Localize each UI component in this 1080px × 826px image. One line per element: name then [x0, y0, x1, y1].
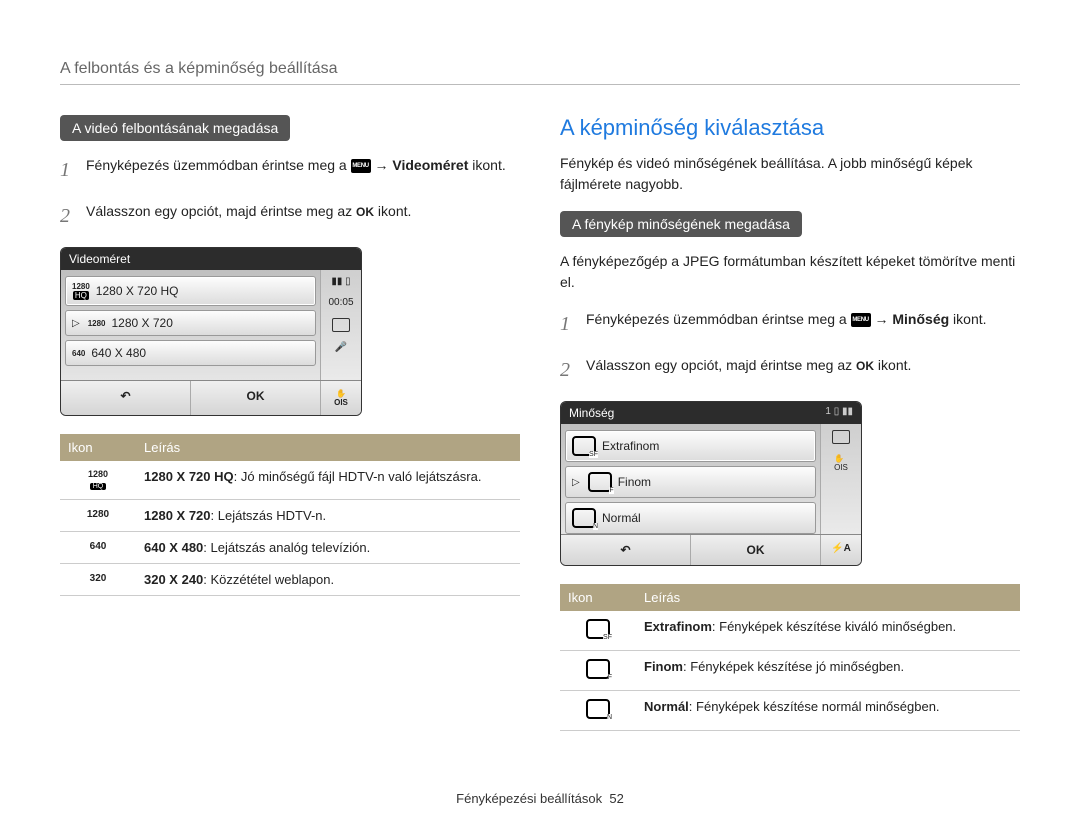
step-number: 1: [560, 309, 576, 339]
table-header-icon: Ikon: [60, 434, 136, 461]
quality-icon: N: [586, 699, 610, 719]
page-number: 52: [609, 791, 623, 806]
lcd-title: Videoméret: [61, 248, 361, 270]
lcd-option[interactable]: SF Extrafinom: [565, 430, 816, 462]
breadcrumb: A felbontás és a képminőség beállítása: [60, 60, 1020, 85]
menu-icon: MENU: [851, 313, 871, 327]
ok-icon: OK: [356, 203, 374, 221]
resolution-badge: 1280 HQ: [72, 282, 90, 300]
lcd-option[interactable]: 1280 HQ 1280 X 720 HQ: [65, 276, 316, 306]
ok-button[interactable]: OK: [191, 381, 321, 415]
quality-icon: F: [586, 659, 610, 679]
lcd-option-label: 1280 X 720: [112, 316, 173, 330]
lcd-option-label: Extrafinom: [602, 439, 659, 453]
table-row: F Finom: Fényképek készítése jó minőségb…: [560, 651, 1020, 691]
table-header-desc: Leírás: [136, 434, 520, 461]
step-text-end: ikont.: [953, 311, 986, 327]
card-icon: [332, 318, 350, 332]
quality-icon: F: [588, 472, 612, 492]
table-row: N Normál: Fényképek készítése normál min…: [560, 691, 1020, 731]
quality-icon: SF: [586, 619, 610, 639]
ok-button[interactable]: OK: [691, 535, 821, 565]
battery-icon: ▮▮ ▯: [331, 276, 350, 287]
step-number: 2: [560, 355, 576, 385]
step-1: 1 Fényképezés üzemmódban érintse meg a M…: [60, 155, 520, 185]
step-text: Válasszon egy opciót, majd érintse meg a…: [86, 203, 356, 219]
step-text: Válasszon egy opciót, majd érintse meg a…: [586, 357, 856, 373]
quality-icon: SF: [572, 436, 596, 456]
ok-icon: OK: [856, 357, 874, 375]
ois-icon: ✋OIS: [834, 454, 848, 472]
resolution-badge: 1280: [88, 319, 106, 328]
ois-icon: ✋OIS: [321, 381, 361, 415]
step-bold: Videoméret: [392, 157, 468, 173]
step-2: 2 Válasszon egy opciót, majd érintse meg…: [60, 201, 520, 231]
video-resolution-table: Ikon Leírás 1280HQ 1280 X 720 HQ: Jó min…: [60, 434, 520, 596]
section-intro: Fénykép és videó minőségének beállítása.…: [560, 153, 1020, 195]
step-number: 1: [60, 155, 76, 185]
step-bold: Minőség: [892, 311, 949, 327]
lcd-option[interactable]: 640 640 X 480: [65, 340, 316, 366]
lcd-option-label: 640 X 480: [91, 346, 146, 360]
step-2: 2 Válasszon egy opciót, majd érintse meg…: [560, 355, 1020, 385]
step-text: Fényképezés üzemmódban érintse meg a: [86, 157, 351, 173]
card-icon: [832, 430, 850, 444]
step-number: 2: [60, 201, 76, 231]
lcd-option[interactable]: ▷ 1280 1280 X 720: [65, 310, 316, 336]
document-page: A felbontás és a képminőség beállítása A…: [0, 0, 1080, 826]
count-indicator: 1: [825, 406, 831, 417]
lcd-option-label: 1280 X 720 HQ: [96, 284, 179, 298]
table-row: 1280 1280 X 720: Lejátszás HDTV-n.: [60, 500, 520, 532]
page-footer: Fényképezési beállítások 52: [60, 791, 1020, 806]
section-heading: A képminőség kiválasztása: [560, 115, 1020, 141]
step-text: Fényképezés üzemmódban érintse meg a: [586, 311, 851, 327]
photo-quality-table: Ikon Leírás SF Extrafinom: Fényképek kés…: [560, 584, 1020, 731]
table-header-desc: Leírás: [636, 584, 1020, 611]
step-text-end: ikont.: [378, 203, 411, 219]
left-column: A videó felbontásának megadása 1 Fénykép…: [60, 115, 520, 731]
lcd-title: Minőség: [569, 406, 614, 420]
table-row: 1280HQ 1280 X 720 HQ: Jó minőségű fájl H…: [60, 461, 520, 500]
step-text-end: ikont.: [472, 157, 505, 173]
arrow: →: [874, 311, 892, 327]
table-row: 320 320 X 240: Közzététel weblapon.: [60, 564, 520, 596]
mic-icon: 🎤: [335, 342, 347, 353]
table-header-icon: Ikon: [560, 584, 636, 611]
lcd-option-label: Normál: [602, 511, 641, 525]
pointer-icon: ▷: [72, 318, 80, 329]
back-button[interactable]: ↶: [61, 381, 191, 415]
lcd-option-label: Finom: [618, 475, 651, 489]
menu-icon: MENU: [351, 159, 371, 173]
flash-icon: ⚡A: [821, 535, 861, 565]
back-button[interactable]: ↶: [561, 535, 691, 565]
lcd-screenshot-videosize: Videoméret 1280 HQ 1280 X 720 HQ ▷: [60, 247, 362, 416]
section-pill-video-resolution: A videó felbontásának megadása: [60, 115, 290, 141]
section-pill-photo-quality: A fénykép minőségének megadása: [560, 211, 802, 237]
quality-icon: N: [572, 508, 596, 528]
arrow: →: [374, 157, 392, 173]
table-row: SF Extrafinom: Fényképek készítése kivál…: [560, 611, 1020, 651]
lcd-screenshot-quality: Minőség 1 ▯ ▮▮ SF Extrafinom ▷ F Finom: [560, 401, 862, 566]
right-column: A képminőség kiválasztása Fénykép és vid…: [560, 115, 1020, 731]
step-text-end: ikont.: [878, 357, 911, 373]
pointer-icon: ▷: [572, 477, 580, 488]
lcd-option[interactable]: ▷ F Finom: [565, 466, 816, 498]
lcd-option[interactable]: N Normál: [565, 502, 816, 534]
step-1: 1 Fényképezés üzemmódban érintse meg a M…: [560, 309, 1020, 339]
table-row: 640 640 X 480: Lejátszás analóg televízi…: [60, 532, 520, 564]
time-indicator: 00:05: [328, 297, 353, 308]
section-subtext: A fényképezőgép a JPEG formátumban készí…: [560, 251, 1020, 293]
resolution-badge: 640: [72, 349, 85, 358]
